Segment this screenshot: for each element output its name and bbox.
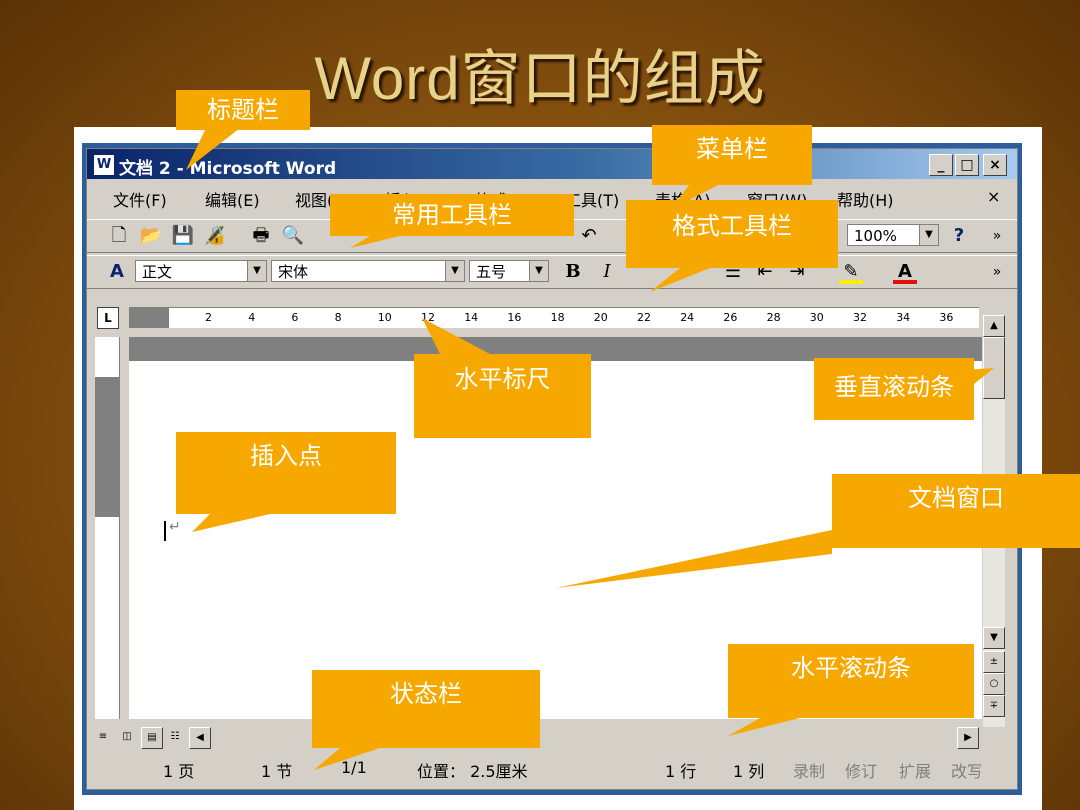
callout-title-bar: 标题栏	[176, 90, 310, 130]
callout-insertion-point: 插入点	[176, 432, 396, 514]
format-toolbar-callout-tail	[650, 268, 710, 292]
callout-horizontal-ruler: 水平标尺	[414, 354, 591, 438]
callout-menu-bar: 菜单栏	[652, 125, 812, 185]
callout-document-window: 文档窗口	[832, 474, 1080, 548]
standard-toolbar-callout-tail	[350, 236, 400, 248]
status-bar-callout-tail	[314, 748, 380, 770]
callout-standard-toolbar: 常用工具栏	[330, 194, 574, 236]
hscroll-callout-tail	[728, 718, 800, 736]
ruler-callout-tail	[422, 318, 490, 354]
callout-vertical-scrollbar: 垂直滚动条	[814, 358, 974, 420]
insertion-point-callout-tail	[192, 514, 270, 532]
callout-horizontal-scrollbar: 水平滚动条	[728, 644, 974, 718]
callout-status-bar: 状态栏	[312, 670, 540, 748]
title-bar-callout-tail	[186, 128, 240, 170]
document-window-callout-tail	[556, 530, 832, 588]
callout-format-toolbar: 格式工具栏	[626, 200, 838, 268]
